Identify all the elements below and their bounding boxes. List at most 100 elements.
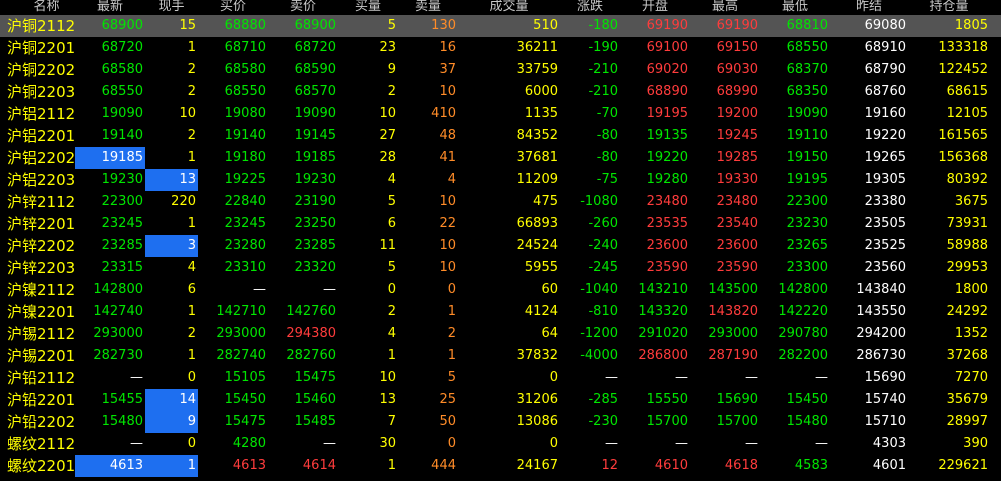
volume-cell: 0 [187, 370, 196, 385]
header-bid-volume[interactable]: 买量 [338, 0, 398, 15]
high-cell: 19245 [716, 128, 758, 143]
header-volume[interactable]: 现手 [145, 0, 198, 15]
open-interest-cell: 161565 [938, 128, 988, 143]
table-row[interactable]: 沪铜2201 68720 1 68710 68720 23 16 36211 -190 69100… [0, 37, 1001, 59]
prev-settle-cell: 143550 [856, 304, 906, 319]
low-cell: 19150 [786, 150, 828, 165]
table-row[interactable]: 沪锌2201 23245 1 23245 23250 6 22 66893 -260 23535 2… [0, 213, 1001, 235]
table-row[interactable]: 螺纹2201 4613 1 4613 4614 1 444 24167 12 4610 4618 45… [0, 455, 1001, 477]
high-cell: 19285 [716, 150, 758, 165]
table-row[interactable]: 沪锡2112 293000 2 293000 294380 4 2 64 -1200 291020… [0, 323, 1001, 345]
contract-name: 沪铜2112 [7, 17, 76, 35]
header-ask[interactable]: 卖价 [268, 0, 338, 15]
bid-cell: 19080 [224, 106, 266, 121]
table-row[interactable]: 沪铝2202 19185 1 19180 19185 28 41 37681 -80 19220 1… [0, 147, 1001, 169]
low-cell: 15450 [786, 392, 828, 407]
low-cell: 68350 [786, 84, 828, 99]
header-ask-volume[interactable]: 卖量 [398, 0, 458, 15]
table-row[interactable]: 沪锌2112 22300 220 22840 23190 5 10 475 -1080 23480… [0, 191, 1001, 213]
open-cell: 19220 [646, 150, 688, 165]
open-cell: 19195 [646, 106, 688, 121]
bid-cell: 68880 [224, 18, 266, 33]
open-cell: — [675, 370, 688, 385]
ask-volume-cell: 0 [447, 436, 456, 451]
table-row[interactable]: 沪铅2112 — 0 15105 15475 10 5 0 — — — — 15690 7270 [0, 367, 1001, 389]
header-change[interactable]: 涨跌 [560, 0, 620, 15]
table-row[interactable]: 沪锌2202 23285 3 23280 23285 11 10 24524 -240 23600… [0, 235, 1001, 257]
change-cell: -285 [588, 392, 618, 407]
table-row[interactable]: 沪锡2201 282730 1 282740 282760 1 1 37832 -4000 286… [0, 345, 1001, 367]
prev-settle-cell: 286730 [856, 348, 906, 363]
header-bid[interactable]: 买价 [198, 0, 268, 15]
contract-name: 沪锌2202 [7, 237, 76, 255]
prev-settle-cell: 4601 [872, 458, 906, 473]
low-cell: 282200 [778, 348, 828, 363]
header-high[interactable]: 最高 [690, 0, 760, 15]
table-row[interactable]: 沪铜2202 68580 2 68580 68590 9 37 33759 -210 69020 6… [0, 59, 1001, 81]
open-cell: 143210 [638, 282, 688, 297]
turnover-cell: 24167 [516, 458, 558, 473]
bid-cell: 68550 [224, 84, 266, 99]
table-row[interactable]: 沪铜2203 68550 2 68550 68570 2 10 6000 -210 68890 68… [0, 81, 1001, 103]
bid-cell: — [253, 282, 266, 297]
low-cell: 23265 [786, 238, 828, 253]
ask-cell: 23190 [294, 194, 336, 209]
low-cell: 68550 [786, 40, 828, 55]
header-prev-settle[interactable]: 昨结 [830, 0, 908, 15]
high-cell: 69150 [716, 40, 758, 55]
table-row[interactable]: 沪铝2203 19230 13 19225 19230 4 4 11209 -75 19280 19… [0, 169, 1001, 191]
low-cell: 19195 [786, 172, 828, 187]
header-latest[interactable]: 最新 [75, 0, 145, 15]
high-cell: — [745, 436, 758, 451]
contract-name: 沪铅2112 [7, 369, 76, 387]
change-cell: -70 [596, 106, 618, 121]
prev-settle-cell: 23380 [864, 194, 906, 209]
low-cell: 142800 [778, 282, 828, 297]
bid-cell: 19140 [224, 128, 266, 143]
table-row[interactable]: 沪镍2112 142800 6 — — 0 0 60 -1040 143210 143500 1428… [0, 279, 1001, 301]
turnover-cell: 4124 [524, 304, 558, 319]
low-cell: 142220 [778, 304, 828, 319]
bid-volume-cell: 28 [379, 150, 396, 165]
header-open-interest[interactable]: 持仓量 [908, 0, 990, 15]
ask-cell: 15460 [294, 392, 336, 407]
header-name[interactable]: 名称 [0, 0, 75, 15]
open-cell: 69020 [646, 62, 688, 77]
open-cell: — [675, 436, 688, 451]
volume-cell: 9 [145, 411, 198, 433]
turnover-cell: 6000 [524, 84, 558, 99]
table-row[interactable]: 沪镍2201 142740 1 142710 142760 2 1 4124 -810 14332… [0, 301, 1001, 323]
ask-volume-cell: 1 [447, 348, 456, 363]
header-low[interactable]: 最低 [760, 0, 830, 15]
bid-cell: 23280 [224, 238, 266, 253]
header-turnover[interactable]: 成交量 [458, 0, 560, 15]
bid-cell: 23310 [224, 260, 266, 275]
header-open[interactable]: 开盘 [620, 0, 690, 15]
ask-cell: 68900 [294, 18, 336, 33]
high-cell: 143820 [708, 304, 758, 319]
change-cell: -245 [588, 260, 618, 275]
high-cell: 23480 [716, 194, 758, 209]
ask-cell: 68720 [294, 40, 336, 55]
table-row[interactable]: 沪铝2201 19140 2 19140 19145 27 48 84352 -80 19135 1… [0, 125, 1001, 147]
table-row[interactable]: 沪铝2112 19090 10 19080 19090 10 410 1135 -70 19195… [0, 103, 1001, 125]
table-row[interactable]: 沪铅2202 15480 9 15475 15485 7 50 13086 -230 15700 1… [0, 411, 1001, 433]
ask-cell: 19185 [294, 150, 336, 165]
table-row[interactable]: 沪锌2203 23315 4 23310 23320 5 10 5955 -245 23590 23… [0, 257, 1001, 279]
table-row[interactable]: 沪铅2201 15455 14 15450 15460 13 25 31206 -285 1555… [0, 389, 1001, 411]
table-row[interactable]: 沪铜2112 68900 15 68880 68900 5 130 510 -180 69190 6… [0, 15, 1001, 37]
ask-cell: 68590 [294, 62, 336, 77]
volume-cell: 13 [145, 169, 198, 191]
latest-cell: 19090 [101, 106, 143, 121]
latest-cell: 293000 [93, 326, 143, 341]
change-cell: -1040 [580, 282, 618, 297]
ask-cell: 15475 [294, 370, 336, 385]
volume-cell: 2 [187, 326, 196, 341]
latest-cell: 68580 [101, 62, 143, 77]
bid-cell: 22840 [224, 194, 266, 209]
high-cell: 15690 [716, 392, 758, 407]
open-interest-cell: 390 [963, 436, 988, 451]
latest-cell: 4613 [75, 455, 145, 477]
latest-cell: 282730 [93, 348, 143, 363]
table-row[interactable]: 螺纹2112 — 0 4280 — 30 0 0 — — — — 4303 390 [0, 433, 1001, 455]
